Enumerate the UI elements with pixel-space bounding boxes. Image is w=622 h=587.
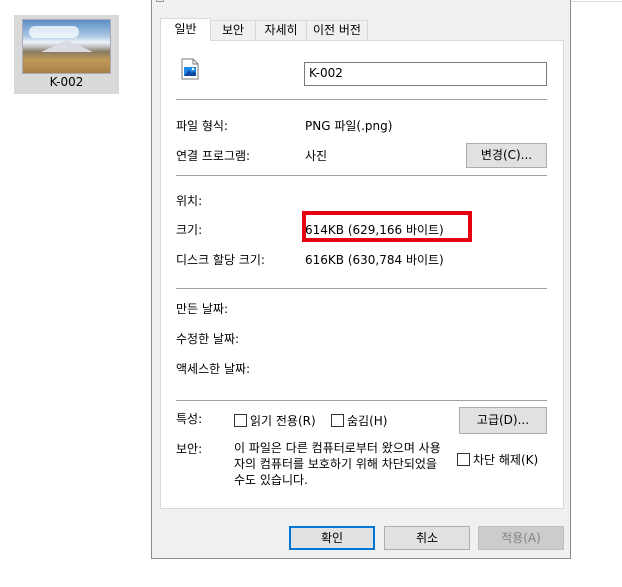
file-thumbnail bbox=[22, 19, 111, 74]
opens-with-value: 사진 bbox=[305, 149, 328, 163]
ok-button[interactable]: 확인 bbox=[289, 526, 375, 550]
tab-security[interactable]: 보안 bbox=[210, 20, 256, 40]
size-label: 크기: bbox=[176, 223, 203, 237]
file-item-selected[interactable]: K-002 bbox=[14, 15, 119, 94]
file-item-label: K-002 bbox=[49, 75, 84, 89]
created-label: 만든 날짜: bbox=[176, 302, 229, 316]
cancel-button[interactable]: 취소 bbox=[384, 526, 470, 550]
hidden-checkbox[interactable]: 숨김(H) bbox=[331, 412, 387, 429]
unblock-checkbox-label: 차단 해제(K) bbox=[473, 453, 539, 467]
change-button[interactable]: 변경(C)... bbox=[466, 143, 547, 168]
separator bbox=[176, 175, 547, 176]
readonly-checkbox[interactable]: 읽기 전용(R) bbox=[234, 412, 316, 429]
image-file-icon bbox=[181, 58, 199, 80]
explorer-top-border bbox=[570, 1, 622, 2]
readonly-checkbox-label: 읽기 전용(R) bbox=[250, 414, 316, 428]
attributes-label: 특성: bbox=[176, 412, 203, 426]
opens-with-label: 연결 프로그램: bbox=[176, 149, 251, 163]
unblock-checkbox[interactable]: 차단 해제(K) bbox=[457, 451, 538, 468]
general-panel: K-002 파일 형식: PNG 파일(.png) 연결 프로그램: 사진 변경… bbox=[160, 40, 564, 509]
thumbnail-mountain bbox=[41, 40, 93, 52]
hidden-checkbox-label: 숨김(H) bbox=[347, 414, 388, 428]
tab-general[interactable]: 일반 bbox=[160, 18, 211, 41]
security-message: 이 파일은 다른 컴퓨터로부터 왔으며 사용자의 컴퓨터를 보호하기 위해 차단… bbox=[234, 441, 441, 487]
properties-dialog: 일반 보안 자세히 이전 버전 K-002 파일 형식: PNG 파일(.png… bbox=[151, 0, 571, 559]
separator bbox=[176, 99, 547, 100]
tab-details[interactable]: 자세히 bbox=[255, 20, 307, 40]
file-type-label: 파일 형식: bbox=[176, 119, 229, 133]
unblock-checkbox-box[interactable] bbox=[457, 453, 470, 466]
advanced-button[interactable]: 고급(D)... bbox=[459, 407, 547, 434]
hidden-checkbox-box[interactable] bbox=[331, 414, 344, 427]
separator bbox=[176, 288, 547, 289]
file-name-input[interactable]: K-002 bbox=[304, 62, 547, 86]
separator bbox=[176, 400, 547, 401]
thumbnail-cloud bbox=[29, 26, 79, 38]
file-type-value: PNG 파일(.png) bbox=[305, 119, 393, 133]
title-bar-icon bbox=[156, 0, 164, 2]
size-on-disk-value: 616KB (630,784 바이트) bbox=[305, 253, 444, 267]
readonly-checkbox-box[interactable] bbox=[234, 414, 247, 427]
apply-button[interactable]: 적용(A) bbox=[478, 526, 564, 550]
size-highlight-box bbox=[302, 211, 472, 242]
modified-label: 수정한 날짜: bbox=[176, 332, 240, 346]
accessed-label: 액세스한 날짜: bbox=[176, 362, 251, 376]
security-label: 보안: bbox=[176, 442, 203, 456]
location-label: 위치: bbox=[176, 194, 203, 208]
tab-previous-versions[interactable]: 이전 버전 bbox=[306, 20, 368, 40]
size-on-disk-label: 디스크 할당 크기: bbox=[176, 253, 265, 267]
